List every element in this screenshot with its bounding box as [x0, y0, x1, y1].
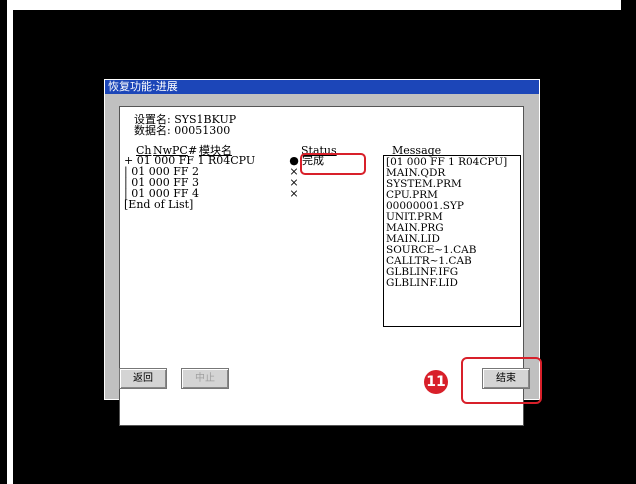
data-name-line: 数据名: 00051300 — [134, 122, 230, 138]
end-button-highlight-outline — [461, 357, 542, 404]
restore-progress-window: 恢复功能:进展 设置名: SYS1BKUP 数据名: 00051300 Ch N… — [104, 79, 540, 426]
step-number-badge: 11 — [424, 370, 448, 394]
stop-button[interactable]: 中止 — [181, 368, 229, 389]
list-row[interactable]: [End of List] — [124, 199, 193, 210]
data-name-value: 00051300 — [174, 124, 231, 137]
message-list[interactable]: [01 000 FF 1 R04CPU] MAIN.QDR SYSTEM.PRM… — [383, 155, 521, 327]
module-list[interactable]: + 01 000 FF 1 R04CPU ● 完成 | 01 000 FF 2 … — [124, 155, 401, 353]
status-highlight-outline — [300, 153, 366, 175]
data-name-label: 数据名: — [134, 124, 171, 137]
message-item: GLBLINF.LID — [386, 277, 458, 289]
window-title: 恢复功能:进展 — [105, 80, 539, 94]
status-cross-icon: × — [289, 187, 299, 200]
back-button[interactable]: 返回 — [119, 368, 167, 389]
